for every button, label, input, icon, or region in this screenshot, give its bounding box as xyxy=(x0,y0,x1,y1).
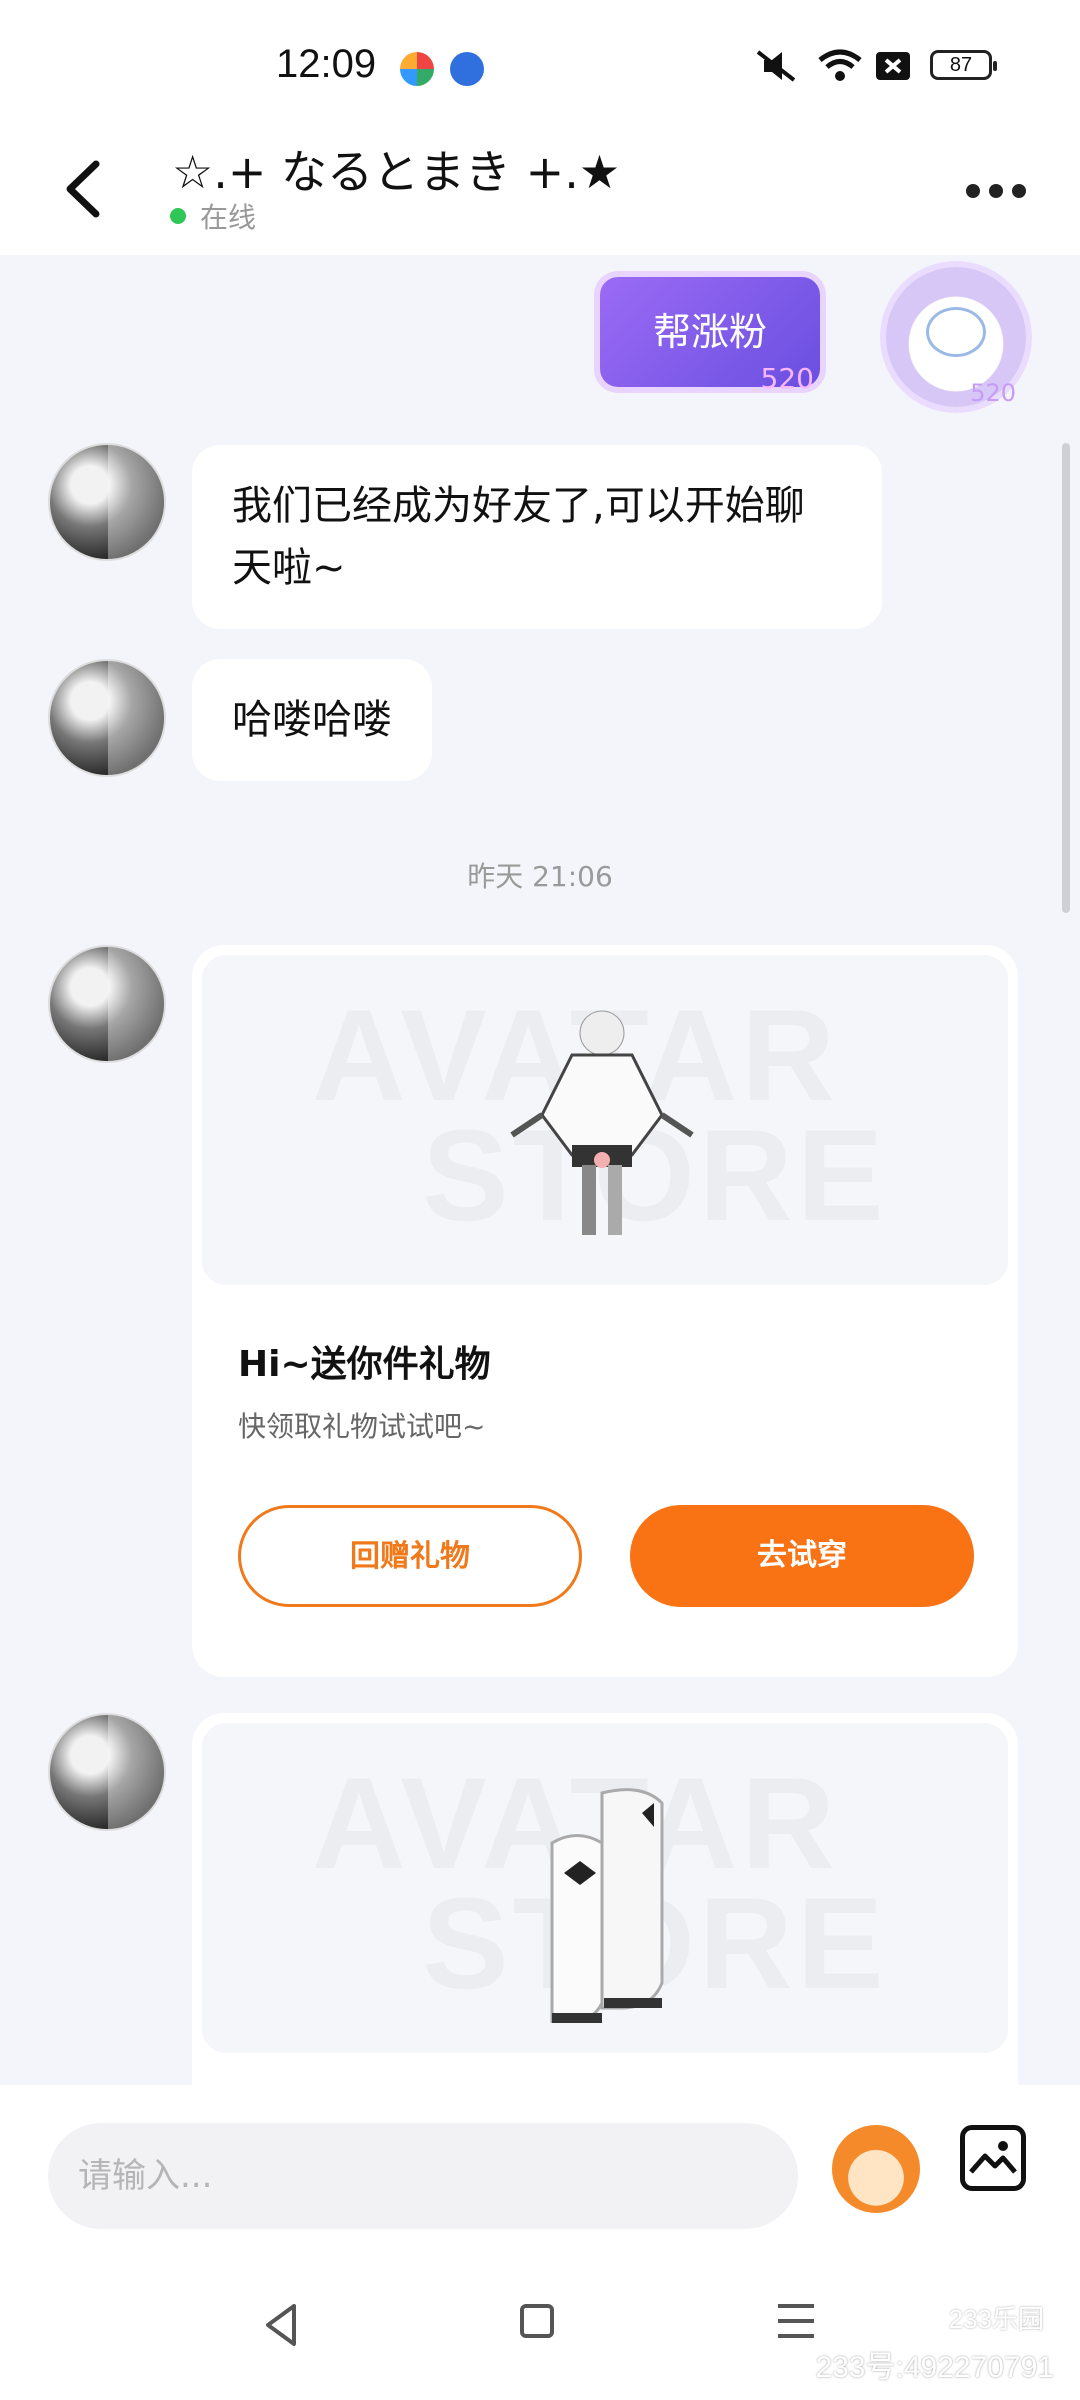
gift-title: Hi~送你件礼物 xyxy=(238,1344,491,1385)
gift-image-area[interactable]: AVATAR STORE xyxy=(202,1723,1008,2053)
app-notification-icon xyxy=(400,52,434,86)
friend-avatar[interactable] xyxy=(48,443,166,561)
friend-avatar[interactable] xyxy=(48,1713,166,1831)
status-bar: 12:09 87 xyxy=(0,0,1080,130)
message-bubble: 哈喽哈喽 xyxy=(192,659,432,781)
boots-image xyxy=(550,1788,664,2023)
wifi-icon xyxy=(818,49,862,81)
gift-description: 快领取礼物试试吧~ xyxy=(238,1410,486,1443)
image-icon[interactable] xyxy=(960,2125,1026,2191)
chat-messages[interactable]: 帮涨粉 520 520 我们已经成为好友了,可以开始聊天啦~ 哈喽哈喽 昨天 2… xyxy=(0,255,1080,2085)
avatar-number: 520 xyxy=(970,379,1016,407)
return-gift-button[interactable]: 回赠礼物 xyxy=(238,1505,582,1607)
scrollbar[interactable] xyxy=(1062,443,1070,913)
try-on-button[interactable]: 去试穿 xyxy=(630,1505,974,1607)
friend-avatar[interactable] xyxy=(48,659,166,777)
nav-back-icon[interactable] xyxy=(262,2300,302,2350)
boost-fans-label: 帮涨粉 xyxy=(652,310,767,354)
online-status-text: 在线 xyxy=(200,201,257,234)
boost-fans-badge[interactable]: 帮涨粉 520 xyxy=(600,277,820,395)
mute-icon xyxy=(756,50,796,82)
chat-title: ☆.+ なるとまき +.★ xyxy=(172,145,621,199)
back-arrow-icon[interactable] xyxy=(56,154,116,224)
message-input-bar: 请输入... xyxy=(0,2085,1080,2260)
no-sim-icon xyxy=(876,52,910,80)
watermark-user-id: 233号:492270791 xyxy=(815,2351,1054,2384)
more-icon[interactable] xyxy=(966,176,1026,206)
status-time: 12:09 xyxy=(276,42,377,86)
gift-image-area[interactable]: AVATAR STORE xyxy=(202,955,1008,1285)
time-divider: 昨天 21:06 xyxy=(467,860,613,893)
badge-number: 520 xyxy=(760,362,814,395)
dress-image xyxy=(510,1010,694,1235)
system-nav-bar: 233乐园 233号:492270791 xyxy=(0,2260,1080,2400)
watermark-logo: 233乐园 xyxy=(948,2304,1044,2334)
online-status-dot xyxy=(170,208,186,224)
nav-home-icon[interactable] xyxy=(520,2304,554,2338)
decorated-avatar[interactable]: 520 xyxy=(886,267,1026,407)
gift-card: AVATAR STORE Hi~送你件礼物 快领取礼物试试吧~ 回赠礼物 去试穿 xyxy=(192,945,1018,1677)
message-input[interactable]: 请输入... xyxy=(48,2123,798,2229)
baidu-notification-icon xyxy=(450,52,484,86)
emoji-icon[interactable] xyxy=(832,2125,920,2213)
chat-header: ☆.+ なるとまき +.★ 在线 xyxy=(0,130,1080,255)
friend-avatar[interactable] xyxy=(48,945,166,1063)
message-bubble: 我们已经成为好友了,可以开始聊天啦~ xyxy=(192,445,882,629)
battery-indicator: 87 xyxy=(930,50,997,80)
mascot-face-icon xyxy=(926,307,986,357)
nav-menu-icon[interactable] xyxy=(778,2304,814,2344)
gift-card: AVATAR STORE xyxy=(192,1713,1018,2085)
